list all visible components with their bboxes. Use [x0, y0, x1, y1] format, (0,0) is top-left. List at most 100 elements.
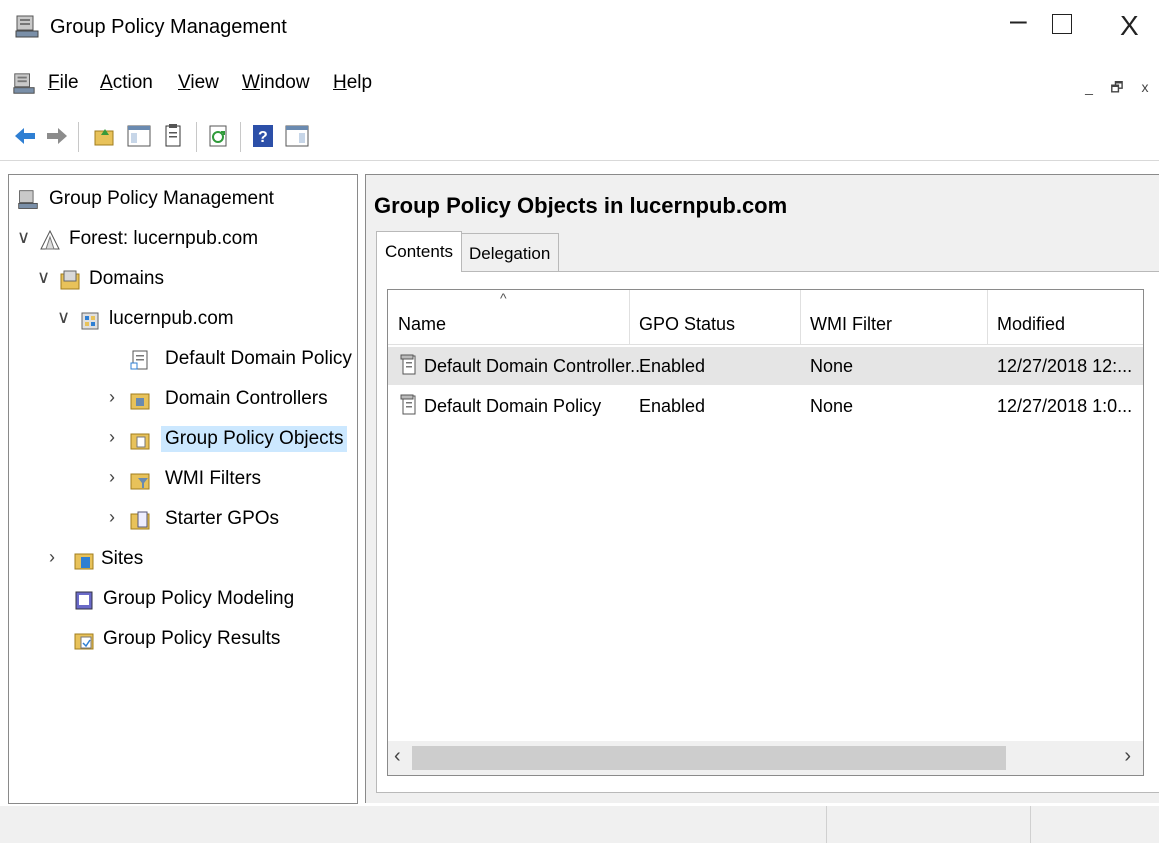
gpo-icon [400, 394, 418, 416]
modeling-icon [73, 589, 95, 611]
tree-label: Domain Controllers [165, 388, 328, 409]
menu-help[interactable]: Help [333, 72, 372, 94]
tree-label: lucernpub.com [109, 308, 234, 329]
domains-icon [59, 269, 81, 291]
title-bar: Group Policy Management – X [0, 0, 1159, 56]
scroll-right-icon[interactable]: › [1124, 745, 1131, 768]
mdi-close-button[interactable]: x [1134, 76, 1156, 98]
column-header-modified[interactable]: Modified [987, 290, 1143, 344]
cell-name: Default Domain Policy [424, 396, 602, 416]
menu-action[interactable]: Action [100, 72, 153, 94]
maximize-button[interactable] [1052, 14, 1072, 34]
expanded-chevron-icon[interactable]: ∨ [37, 267, 53, 288]
menu-window-rest: indow [259, 72, 310, 93]
column-header-wmi-filter[interactable]: WMI Filter [800, 290, 988, 344]
tree-label: Default Domain Policy [165, 348, 352, 369]
cell-modified: 12/27/2018 12:... [997, 356, 1133, 376]
forward-icon[interactable] [44, 123, 70, 149]
column-header-name[interactable]: ^ Name [388, 290, 630, 344]
starter-gpo-folder-icon [129, 509, 151, 531]
system-menu-icon[interactable] [12, 72, 36, 101]
column-label: Name [398, 314, 447, 334]
forest-icon [39, 229, 61, 251]
refresh-icon[interactable] [206, 123, 232, 149]
sites-icon [73, 549, 95, 571]
help-icon[interactable]: ? [250, 123, 276, 149]
close-button[interactable]: X [1120, 10, 1139, 42]
show-action-pane-icon[interactable] [284, 123, 310, 149]
menu-view-rest: iew [190, 72, 219, 93]
scrollbar-thumb[interactable] [412, 746, 1006, 770]
status-bar [0, 806, 1159, 843]
gpo-icon [400, 354, 418, 376]
tab-contents[interactable]: Contents [376, 231, 463, 272]
gpo-list: ^ Name GPO Status WMI Filter Modified De… [387, 289, 1144, 776]
collapsed-chevron-icon[interactable]: › [109, 427, 125, 448]
toolbar-separator [196, 122, 197, 152]
expanded-chevron-icon[interactable]: ∨ [57, 307, 73, 328]
sort-ascending-icon: ^ [500, 290, 507, 306]
toolbar-separator [240, 122, 241, 152]
mdi-minimize-button[interactable]: _ [1078, 76, 1100, 98]
menu-bar: File Action View Window Help [0, 60, 1159, 110]
collapsed-chevron-icon[interactable]: › [109, 507, 125, 528]
column-header-gpo-status[interactable]: GPO Status [629, 290, 801, 344]
status-divider [826, 806, 827, 843]
cell-status: Enabled [639, 356, 706, 376]
expanded-chevron-icon[interactable]: ∨ [17, 227, 33, 248]
tree-label: Group Policy Objects [161, 426, 348, 452]
menu-help-rest: elp [346, 72, 373, 93]
column-label: Modified [997, 314, 1066, 334]
cell-name: Default Domain Controller... [424, 356, 646, 376]
tab-contents-panel: ^ Name GPO Status WMI Filter Modified De… [376, 271, 1159, 793]
tree-label: Starter GPOs [165, 508, 280, 529]
collapsed-chevron-icon[interactable]: › [109, 387, 125, 408]
menu-file[interactable]: File [48, 72, 79, 94]
wmi-filter-folder-icon [129, 469, 151, 491]
details-pane: Group Policy Objects in lucernpub.com Co… [365, 174, 1159, 803]
menu-action-accel: A [100, 72, 113, 93]
tree-label: Group Policy Results [103, 628, 281, 649]
results-icon [73, 629, 95, 651]
up-folder-icon[interactable] [92, 123, 118, 149]
toolbar: ? [0, 114, 1159, 161]
menu-file-rest: ile [59, 72, 79, 93]
collapsed-chevron-icon[interactable]: › [109, 467, 125, 488]
show-hide-tree-icon[interactable] [126, 123, 152, 149]
tree-label: Group Policy Management [49, 188, 274, 209]
gpo-folder-icon [129, 429, 151, 451]
menu-window-accel: W [242, 72, 260, 93]
collapsed-chevron-icon[interactable]: › [49, 547, 65, 568]
table-row[interactable]: Default Domain Policy Enabled None 12/27… [388, 387, 1143, 425]
gpmc-icon [17, 189, 39, 211]
column-label: GPO Status [639, 314, 736, 334]
tree-label: WMI Filters [165, 468, 262, 489]
gpmc-app-icon [14, 14, 40, 45]
menu-file-accel: F [48, 72, 60, 93]
mdi-restore-button[interactable]: 🗗 [1106, 76, 1128, 98]
page-title: Group Policy Objects in lucernpub.com [374, 193, 788, 218]
list-header: ^ Name GPO Status WMI Filter Modified [388, 290, 1143, 345]
cell-wmi: None [810, 356, 854, 376]
minimize-button[interactable]: – [1010, 4, 1027, 38]
column-label: WMI Filter [810, 314, 892, 334]
properties-icon[interactable] [160, 123, 186, 149]
menu-view[interactable]: View [178, 72, 219, 94]
menu-help-accel: H [333, 72, 347, 93]
tab-delegation[interactable]: Delegation [460, 233, 560, 272]
tree-label: Forest: lucernpub.com [69, 228, 259, 249]
table-row[interactable]: Default Domain Controller... Enabled Non… [388, 347, 1143, 385]
scroll-left-icon[interactable]: ‹ [394, 745, 401, 768]
menu-view-accel: V [178, 72, 191, 93]
tree-label: Sites [101, 548, 144, 569]
back-icon[interactable] [12, 123, 38, 149]
cell-wmi: None [810, 396, 854, 416]
console-tree: Group Policy Management ∨ Forest: lucern… [8, 174, 358, 804]
domain-icon [79, 309, 101, 331]
ou-folder-icon [129, 389, 151, 411]
tree-label: Group Policy Modeling [103, 588, 295, 609]
status-divider [1030, 806, 1031, 843]
menu-window[interactable]: Window [242, 72, 310, 94]
horizontal-scrollbar[interactable]: ‹ › [388, 741, 1143, 775]
cell-status: Enabled [639, 396, 706, 416]
